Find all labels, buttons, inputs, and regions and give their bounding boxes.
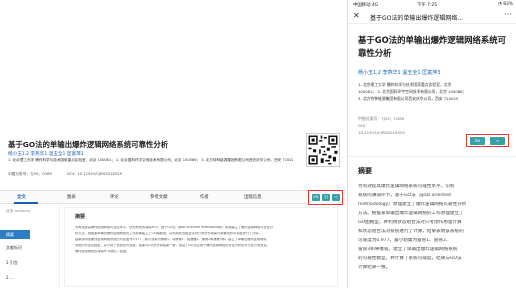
- abstract-text-line: 雷管3和导爆管。建立了单输出爆炸逻辑网络系统: [358, 247, 458, 252]
- doi-link[interactable]: 10.11943/CJEM2018329: [358, 130, 405, 135]
- battery-indicator: ◔ 83%: [498, 2, 513, 7]
- desktop-article-page: 基于GO法的单输出爆炸逻辑网络系统可靠性分析 杨小玉1,2 李燕华1 温玉全1 …: [0, 0, 345, 288]
- share-icon[interactable]: <: [490, 137, 505, 145]
- qr-code: [306, 133, 340, 167]
- article-meta: 中图分类号：TJ55；O389 DOI：10.11943/CJEM2018329: [8, 172, 122, 177]
- carrier-network: 中国移动 4G: [353, 3, 379, 8]
- article-title: 基于GO法的单输出爆炸逻辑网络系统可靠性分析: [358, 35, 506, 58]
- affiliation-line: 100081； 2. 北京国科环宇空间技术有限公司，北京 100086；: [358, 89, 467, 94]
- screenshot-comparison: 基于GO法的单输出爆炸逻辑网络系统可靠性分析 杨小玉1,2 李燕华1 温玉全1 …: [0, 0, 516, 288]
- article-title: 基于GO法的单输出爆炸逻辑网络系统可靠性分析: [8, 140, 169, 149]
- clc-number: 中图分类号：TJ55；O389: [8, 172, 52, 176]
- abstract-text-line: 和状态组合法对系统进行了计算，结果表明该系统的: [358, 229, 464, 234]
- tab-publication-info[interactable]: 出版信息: [244, 194, 262, 200]
- status-bar: 中国移动 4G 下午 7:25 ◔ 83%: [348, 0, 516, 10]
- abstract-text-line: 可靠度为0.977，最小割集为雷管1、雷管2、: [358, 238, 451, 243]
- close-icon[interactable]: ✕: [353, 11, 360, 20]
- more-options-icon[interactable]: ···: [504, 10, 512, 19]
- tab-figures[interactable]: 图表: [67, 194, 76, 200]
- tab-authors[interactable]: 作者: [200, 194, 209, 200]
- author-list[interactable]: 杨小玉1,2 李燕华1 温玉全1 匡富萍3: [358, 69, 440, 76]
- english-version-button[interactable]: EN: [312, 194, 320, 201]
- abstract-text-line: 方法。根据某单输出爆炸逻辑网络的工作原理建立了: [358, 211, 464, 216]
- status-time: 下午 7:25: [417, 3, 438, 8]
- abstract-text-line: 爆炸逻辑网络的薄弱环节提供了依据。: [75, 250, 130, 253]
- toc-heading: 目录 contents: [6, 209, 30, 213]
- article-tab-bar: 全文 图表 评论 参考文献 作者 出版信息: [0, 190, 345, 204]
- tab-comments[interactable]: 评论: [110, 194, 119, 200]
- abstract-heading: 摘要: [358, 167, 372, 175]
- doi-label: DOI：: [358, 123, 370, 128]
- abstract-text-line: 的可靠性模型，并计算了系统可靠度，结果与GO法: [358, 256, 462, 261]
- author-list[interactable]: 杨小玉1,2 李燕华1 温玉全1 匡富萍3: [8, 151, 84, 157]
- abstract-text-line: 为有效提高爆炸逻辑网络系统可靠性水平，识别: [358, 184, 455, 189]
- active-tab-indicator: [14, 202, 38, 204]
- doi-link[interactable]: DOI：10.11943/CJEM2018329: [67, 172, 122, 176]
- clc-number: 中图分类号：TJ55；O389: [358, 116, 405, 121]
- toc-item[interactable]: 文献标识: [6, 245, 22, 251]
- toc-item-abstract[interactable]: 摘要: [0, 230, 30, 239]
- abstract-text-line: 结果表明该爆炸逻辑网络系统的可靠度为0.977，最小割集为爆管1、导爆管1、起爆…: [75, 238, 267, 241]
- share-icon[interactable]: <: [332, 194, 340, 201]
- abstract-text-line: 系统的薄弱环节，基于GO法（goal oriented: [358, 193, 451, 198]
- abstract-text-line: GO图模型，并利用状态组合法对只考虑作用量计算: [358, 220, 462, 225]
- abstract-heading: 摘要: [75, 214, 86, 220]
- affiliation-line: 1. 北京理工大学 爆炸科学与技术国家重点实验室，北京: [358, 82, 452, 87]
- table-of-contents-sidebar: 目录 contents 摘要 文献标识 1 引言 2 ...: [0, 205, 60, 288]
- tab-fulltext[interactable]: 全文: [17, 194, 26, 200]
- mobile-nav-bar: ✕ 基于GO法的单输出爆炸逻辑网络... ···: [348, 10, 516, 24]
- abstract-text-line: 计算结果一致。: [358, 265, 391, 270]
- toc-item[interactable]: 2 ...: [6, 275, 14, 280]
- abstract-panel: 摘要 为有效提高爆炸逻辑网络可靠性水平，识别系统的薄弱环节，基于GO法（goal…: [64, 207, 338, 287]
- divider: [348, 156, 516, 157]
- affiliation-line: 3. 北方特种能源集团有限公司西安庆华公司，西安 710025: [358, 96, 459, 101]
- toolbar-highlight-box: EN 引 <: [308, 190, 343, 205]
- abstract-text-line: 析方法。根据某单输出爆炸逻辑网络的工作原理建立了GO图模型，并利用状态组合法对只…: [75, 232, 262, 235]
- abstract-text-line: 为有效提高爆炸逻辑网络可靠性水平，识别系统的薄弱环节，基于GO法（goal or…: [75, 226, 273, 229]
- abstract-text-line: 系统的可靠性模型，并计算了系统的可靠度，结果与GO法计算结果一致，验证了GO法应…: [75, 244, 270, 247]
- nav-title: 基于GO法的单输出爆炸逻辑网络...: [370, 15, 464, 22]
- affiliation-line: 1. 北京理工大学 爆炸科学与技术国家重点实验室，北京 100081； 2. 北…: [8, 158, 293, 162]
- abstract-text-line: methodology）原理建立了爆炸逻辑网络可靠性分析: [358, 202, 467, 207]
- qr-code-graphic: [307, 134, 339, 166]
- cite-button[interactable]: 引: [322, 194, 330, 201]
- tab-references[interactable]: 参考文献: [150, 194, 168, 200]
- english-version-button[interactable]: EN: [470, 137, 485, 145]
- toc-item[interactable]: 1 引言: [6, 260, 18, 266]
- mobile-article-page: 中国移动 4G 下午 7:25 ◔ 83% ✕ 基于GO法的单输出爆炸逻辑网络.…: [347, 0, 516, 288]
- toolbar-highlight-box: EN <: [466, 134, 509, 147]
